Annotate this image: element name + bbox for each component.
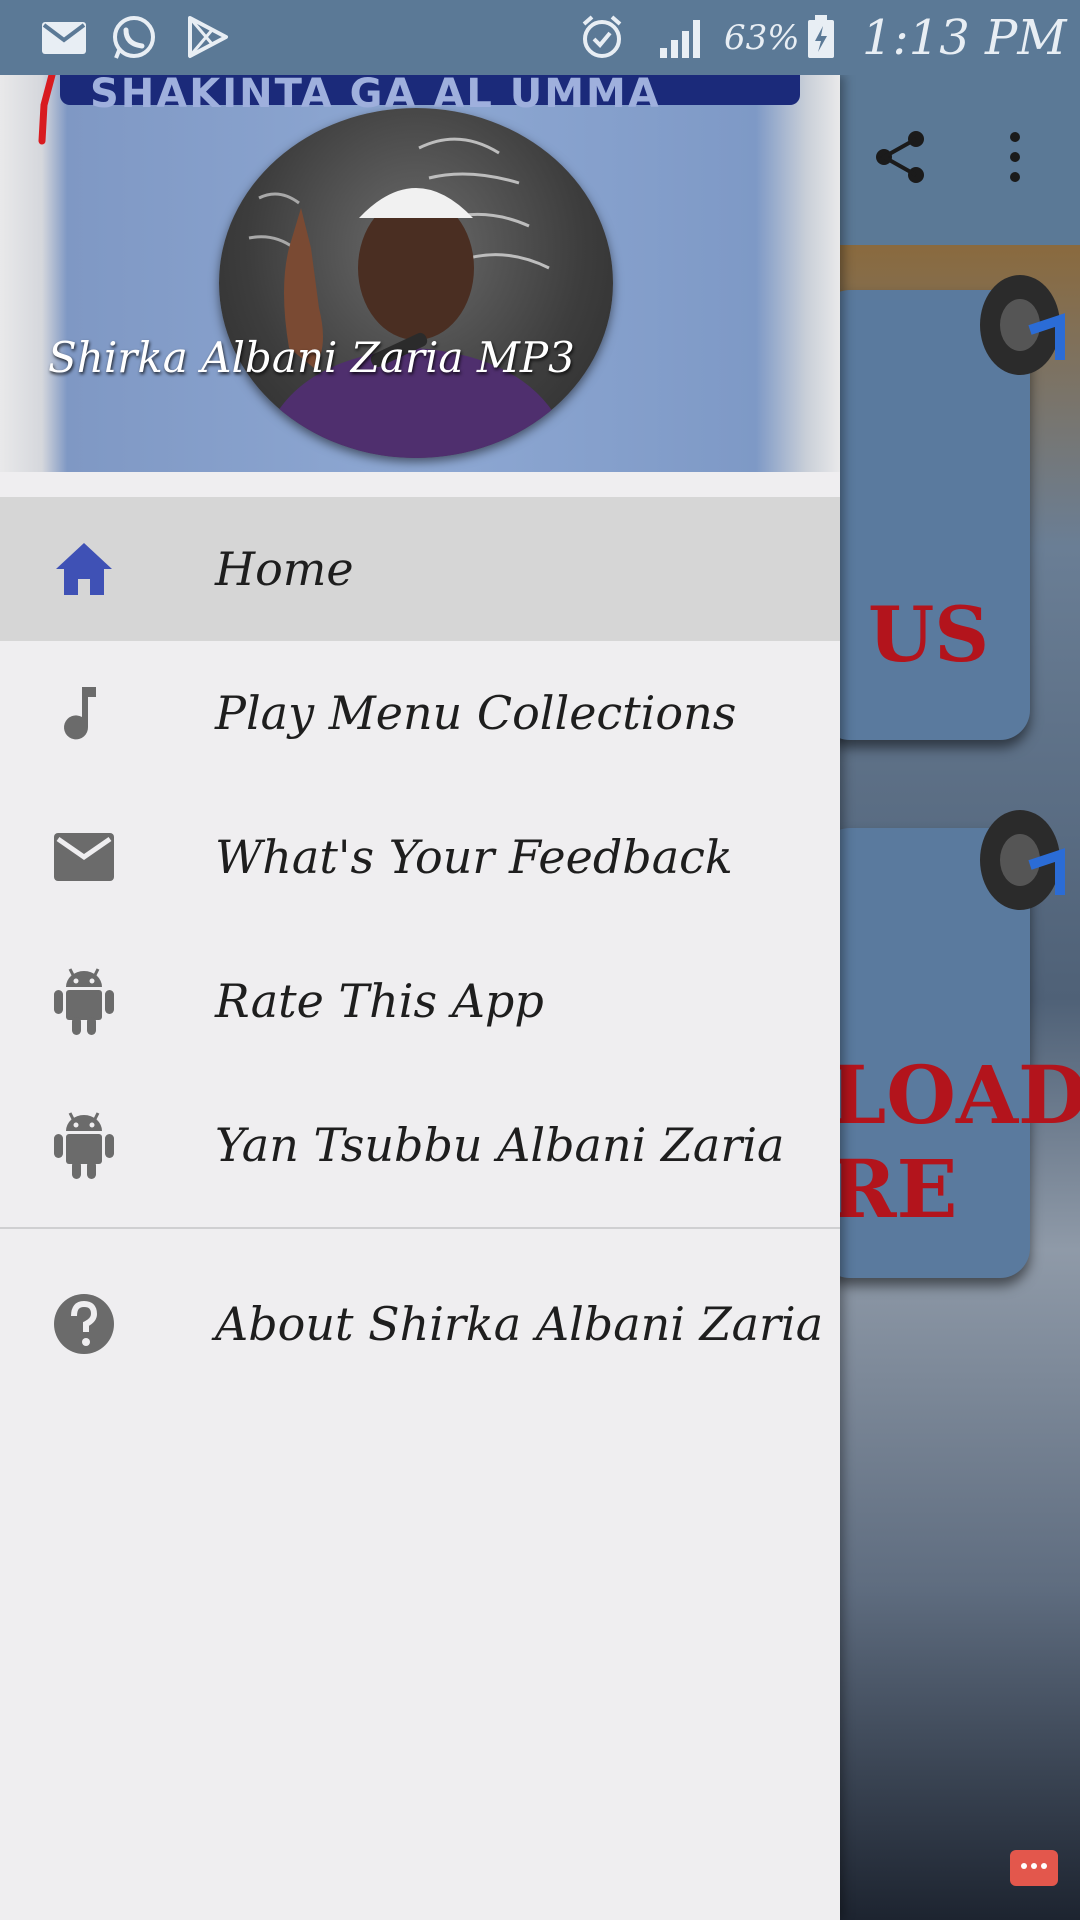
android-icon	[52, 1112, 116, 1179]
menu-item-yan-tsubbu[interactable]: Yan Tsubbu Albani Zaria	[0, 1073, 840, 1217]
red-accent-mark	[38, 75, 56, 145]
home-icon	[52, 537, 116, 601]
drawer-menu: Home Play Menu Collections What's Your F…	[0, 497, 840, 1379]
app-toolbar	[840, 75, 1080, 245]
menu-item-label: Play Menu Collections	[215, 686, 737, 740]
tile-1-label: US	[868, 590, 990, 679]
speaker-icon	[980, 275, 1065, 375]
whatsapp-icon	[113, 16, 155, 59]
music-note-icon	[52, 681, 116, 745]
play-store-icon	[188, 16, 228, 58]
menu-divider	[0, 1227, 840, 1229]
menu-item-about[interactable]: About Shirka Albani Zaria	[0, 1269, 840, 1379]
speaker-portrait	[219, 108, 613, 458]
clock: 1:13 PM	[862, 10, 1067, 66]
menu-item-play-menu-collections[interactable]: Play Menu Collections	[0, 641, 840, 785]
drawer-title: Shirka Albani Zaria MP3	[48, 333, 575, 382]
tile-2-label: LOAD RE	[830, 1048, 1080, 1236]
menu-item-label: Home	[215, 542, 354, 596]
share-icon[interactable]	[870, 127, 930, 187]
mail-icon	[42, 22, 86, 54]
status-bar: 63% 1:13 PM	[0, 0, 1080, 75]
menu-item-rate-app[interactable]: Rate This App	[0, 929, 840, 1073]
help-icon	[52, 1292, 116, 1356]
drawer-header: SHAKINTA GA AL UMMA Shirka Albani Zaria …	[0, 75, 840, 472]
navigation-drawer: SHAKINTA GA AL UMMA Shirka Albani Zaria …	[0, 75, 840, 1920]
menu-item-label: About Shirka Albani Zaria	[215, 1297, 824, 1351]
battery-percentage: 63%	[724, 18, 800, 58]
menu-item-label: Rate This App	[215, 974, 544, 1028]
alarm-icon	[582, 15, 622, 58]
portrait-image	[248, 137, 573, 458]
speaker-icon	[980, 810, 1065, 910]
menu-item-home[interactable]: Home	[0, 497, 840, 641]
menu-item-feedback[interactable]: What's Your Feedback	[0, 785, 840, 929]
battery-charging-icon	[808, 15, 834, 58]
mail-icon	[52, 825, 116, 889]
menu-item-label: Yan Tsubbu Albani Zaria	[215, 1118, 785, 1172]
overflow-menu-icon[interactable]	[1000, 127, 1030, 187]
signal-icon	[660, 20, 700, 58]
android-icon	[52, 968, 116, 1035]
chat-bubble-icon[interactable]	[1010, 1850, 1058, 1886]
menu-item-label: What's Your Feedback	[215, 830, 733, 884]
